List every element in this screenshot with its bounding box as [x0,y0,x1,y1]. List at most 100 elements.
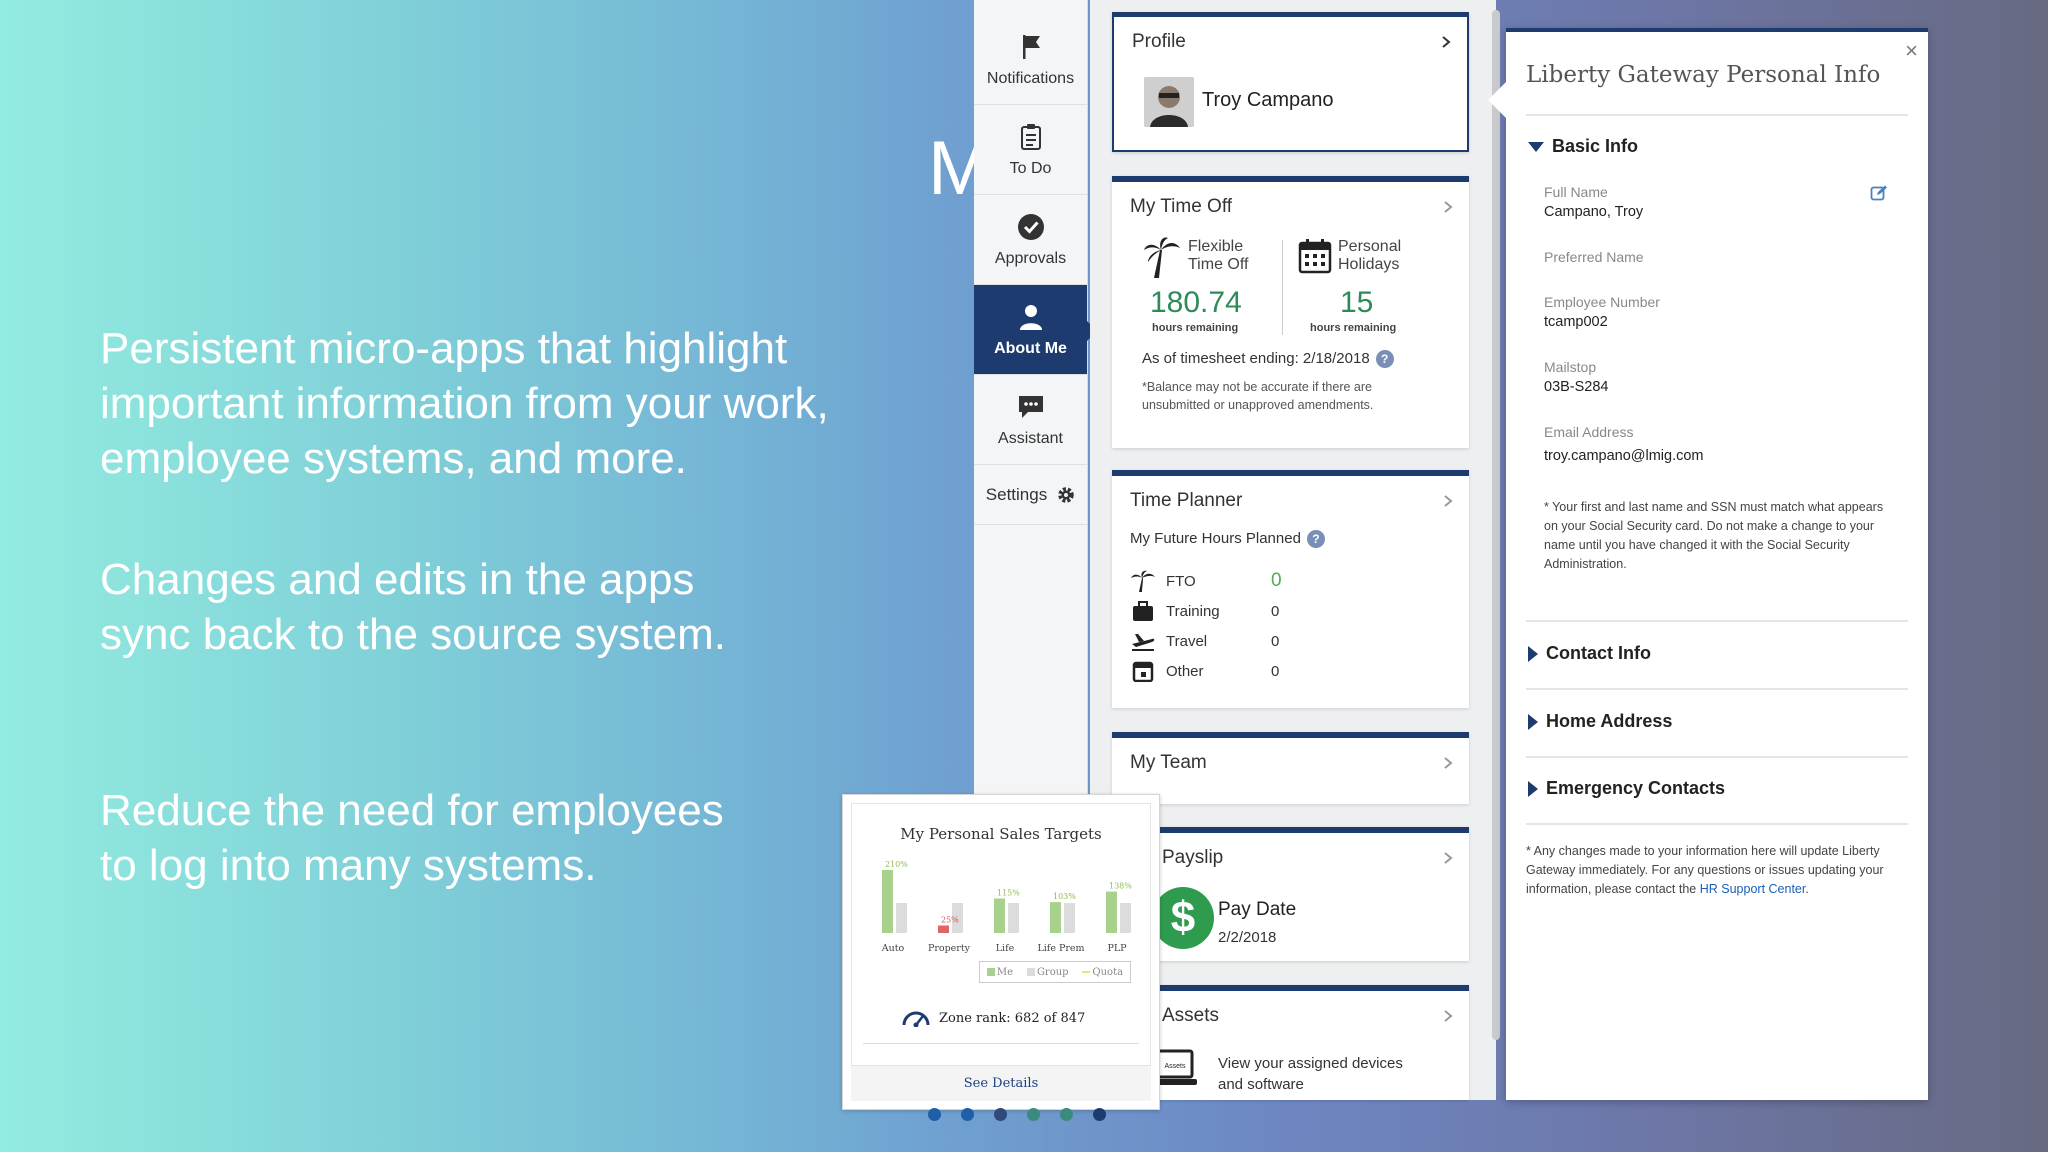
assets-text-line2: and software [1218,1076,1304,1093]
as-of-text: As of timesheet ending: 2/18/2018 [1142,350,1370,367]
me-bar [882,870,893,933]
zone-rank-text: Zone rank: 682 of 847 [939,1010,1086,1026]
profile-card[interactable]: Profile Troy Campano [1112,12,1469,152]
sidebar-item-settings[interactable]: Settings [974,465,1087,525]
chevron-right-icon[interactable] [1439,35,1453,49]
calendar-icon [1132,661,1154,682]
time-planner-card[interactable]: Time Planner My Future Hours Planned? FT… [1112,470,1469,708]
emergency-contacts-label: Emergency Contacts [1546,778,1726,798]
see-details-link[interactable]: See Details [851,1065,1151,1101]
flag-icon [1022,34,1040,59]
assets-card-title: Assets [1162,1005,1220,1026]
category-label: Auto [881,943,905,954]
legend-group: Group [1026,967,1069,978]
sidebar-item-approvals[interactable]: Approvals [974,195,1087,285]
planner-row-label: Other [1166,662,1204,680]
pager-dots [928,1108,1106,1121]
sidebar-item-label: Assistant [998,429,1063,447]
me-bar [994,898,1005,933]
basic-info-header[interactable]: Basic Info [1528,136,1638,157]
chevron-right-icon[interactable] [1441,494,1455,508]
personal-info-popover: Liberty Gateway Personal Info × Basic In… [1488,28,1928,1100]
assets-card[interactable]: Assets Assets View your assigned devices… [1112,985,1469,1100]
pay-date-label: Pay Date [1218,899,1297,920]
time-planner-card-title: Time Planner [1130,490,1243,511]
payslip-card[interactable]: Payslip $ Pay Date 2/2/2018 [1112,827,1469,961]
me-bar-label: 25% [941,916,959,925]
briefcase-icon [1133,601,1153,621]
emergency-contacts-header[interactable]: Emergency Contacts [1528,778,1725,799]
triangle-right-icon [1528,713,1538,730]
cards-scrollbar[interactable] [1492,10,1500,1040]
future-hours-subheading: My Future Hours Planned? [1130,530,1325,549]
settings-label: Settings [985,484,1048,504]
me-bar [1106,891,1117,933]
profile-name: Troy Campano [1202,89,1334,111]
field-label-employee-number: Employee Number [1544,294,1660,310]
group-bar [1064,903,1075,933]
pager-dot[interactable] [928,1108,941,1121]
pager-dot[interactable] [1027,1108,1040,1121]
field-label-email: Email Address [1544,424,1634,440]
my-team-card-title: My Team [1130,752,1207,773]
edit-icon[interactable] [1870,184,1888,202]
pager-dot[interactable] [1060,1108,1073,1121]
flexible-hours-remaining: hours remaining [1152,322,1239,334]
calendar-icon [1298,239,1332,274]
bullet-changes-sync: Changes and edits in the apps sync back … [100,555,727,659]
sidebar-item-label: Approvals [994,249,1067,267]
chevron-right-icon[interactable] [1441,756,1455,770]
me-bar [1050,902,1061,933]
avatar [1144,77,1194,127]
flexible-time-off-label: Flexible Time Off [1188,238,1248,274]
chevron-right-icon[interactable] [1441,200,1455,214]
divider [1526,823,1908,825]
basic-info-label: Basic Info [1552,136,1639,156]
pager-dot[interactable] [994,1108,1007,1121]
hr-support-center-link[interactable]: HR Support Center [1700,882,1806,896]
assets-description: View your assigned devices and software [1218,1053,1403,1095]
legend-quota: Quota [1082,967,1123,978]
zone-rank: Zone rank: 682 of 847 [901,1009,1085,1027]
personal-hours-remaining: hours remaining [1310,322,1397,334]
sidebar-item-todo[interactable]: To Do [974,105,1087,195]
time-off-divider [1282,240,1283,335]
category-label: Life [996,943,1015,954]
pager-dot[interactable] [1093,1108,1106,1121]
sidebar-item-notifications[interactable]: Notifications [974,15,1087,105]
divider [1526,756,1908,758]
my-team-card[interactable]: My Team [1112,732,1469,804]
field-value-employee-number: tcamp002 [1544,314,1608,330]
sidebar-item-about-me[interactable]: About Me [974,285,1097,375]
help-icon[interactable]: ? [1375,350,1394,369]
gear-icon [1058,486,1074,503]
bullet-reduce-logins: Reduce the need for employees to log int… [100,786,724,890]
planner-row-travel: Travel 0 [1130,628,1279,654]
planner-row-label: Travel [1166,632,1208,650]
person-icon [1019,304,1042,330]
home-address-label: Home Address [1546,711,1673,731]
planner-row-label: FTO [1166,572,1196,590]
sidebar-item-assistant[interactable]: Assistant [974,375,1087,465]
planner-row-value: 0 [1271,662,1280,680]
divider [1526,114,1908,116]
chevron-right-icon[interactable] [1441,851,1455,865]
field-value-mailstop: 03B-S284 [1544,379,1609,395]
future-hours-label: My Future Hours Planned [1130,530,1301,547]
personal-label-line1: Personal [1338,238,1402,255]
popover-footer-note: * Any changes made to your information h… [1526,842,1901,899]
close-icon[interactable]: × [1905,38,1918,64]
ssn-note: * Your first and last name and SSN must … [1544,500,1884,571]
time-off-card[interactable]: My Time Off Flexible Time Off 180.74 hou… [1112,176,1469,448]
field-label-mailstop: Mailstop [1544,359,1597,375]
help-icon[interactable]: ? [1306,530,1325,549]
pager-dot[interactable] [961,1108,974,1121]
footer-end: . [1805,882,1809,896]
planner-row-fto: FTO 0 [1130,568,1282,594]
contact-info-header[interactable]: Contact Info [1528,643,1651,664]
chevron-right-icon[interactable] [1441,1009,1455,1023]
home-address-header[interactable]: Home Address [1528,711,1672,732]
group-bar [1008,903,1019,933]
payslip-card-title: Payslip [1162,847,1224,868]
flexible-time-off-value: 180.74 [1150,286,1242,319]
